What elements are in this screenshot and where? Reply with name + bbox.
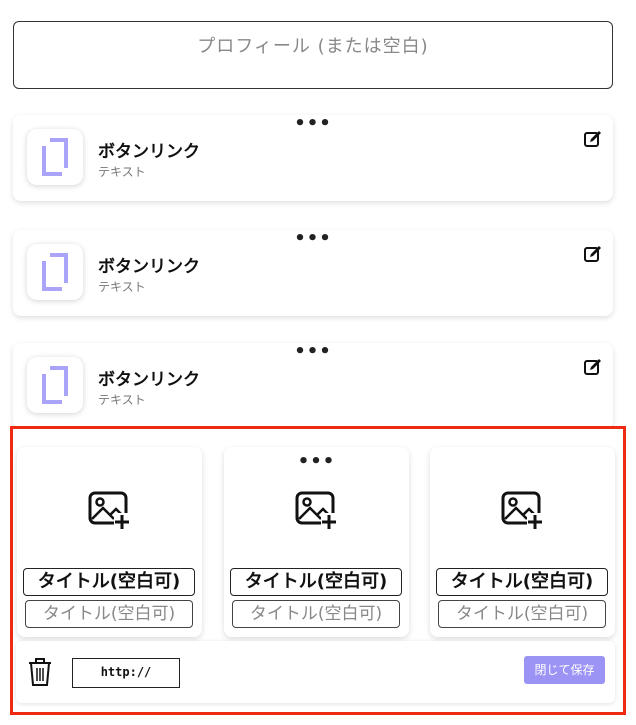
page-icon [27,129,83,185]
add-image-icon[interactable] [501,491,545,531]
add-image-icon[interactable] [88,491,132,531]
close-and-save-button[interactable]: 閉じて保存 [524,656,605,684]
add-image-icon[interactable] [295,491,339,531]
tile-subtitle-input[interactable]: タイトル(空白可) [438,600,606,628]
drag-handle-icon[interactable]: ••• [294,115,332,133]
page-icon [27,244,83,300]
tile-title-input[interactable]: タイトル(空白可) [436,568,608,596]
link-card[interactable]: ••• ボタンリンク テキスト [13,115,613,201]
link-card[interactable]: ••• ボタンリンク テキスト [13,343,613,429]
profile-placeholder: プロフィール (または空白) [197,36,429,57]
image-tile[interactable]: タイトル(空白可) タイトル(空白可) [17,447,202,637]
editor-toolbar: http:// 閉じて保存 [16,641,615,703]
card-subtitle: テキスト [98,393,146,407]
drag-handle-icon[interactable]: ••• [298,453,336,471]
image-grid-editor: タイトル(空白可) タイトル(空白可) ••• タイトル(空白可) タイトル(空… [10,426,626,715]
card-title: ボタンリンク [98,142,200,162]
page-icon [27,357,83,413]
drag-handle-icon[interactable]: ••• [294,343,332,361]
card-subtitle: テキスト [98,165,146,179]
trash-icon[interactable] [28,657,52,687]
image-tile[interactable]: タイトル(空白可) タイトル(空白可) [430,447,615,637]
tile-subtitle-input[interactable]: タイトル(空白可) [232,600,400,628]
image-tile[interactable]: ••• タイトル(空白可) タイトル(空白可) [224,447,409,637]
edit-icon[interactable] [583,129,603,149]
drag-handle-icon[interactable]: ••• [294,230,332,248]
tile-title-input[interactable]: タイトル(空白可) [230,568,402,596]
edit-icon[interactable] [583,244,603,264]
tile-subtitle-input[interactable]: タイトル(空白可) [25,600,193,628]
url-input[interactable]: http:// [72,658,180,688]
card-title: ボタンリンク [98,370,200,390]
profile-input[interactable]: プロフィール (または空白) [13,21,613,89]
edit-icon[interactable] [583,357,603,377]
link-card[interactable]: ••• ボタンリンク テキスト [13,230,613,316]
card-subtitle: テキスト [98,280,146,294]
tile-title-input[interactable]: タイトル(空白可) [23,568,195,596]
card-title: ボタンリンク [98,257,200,277]
